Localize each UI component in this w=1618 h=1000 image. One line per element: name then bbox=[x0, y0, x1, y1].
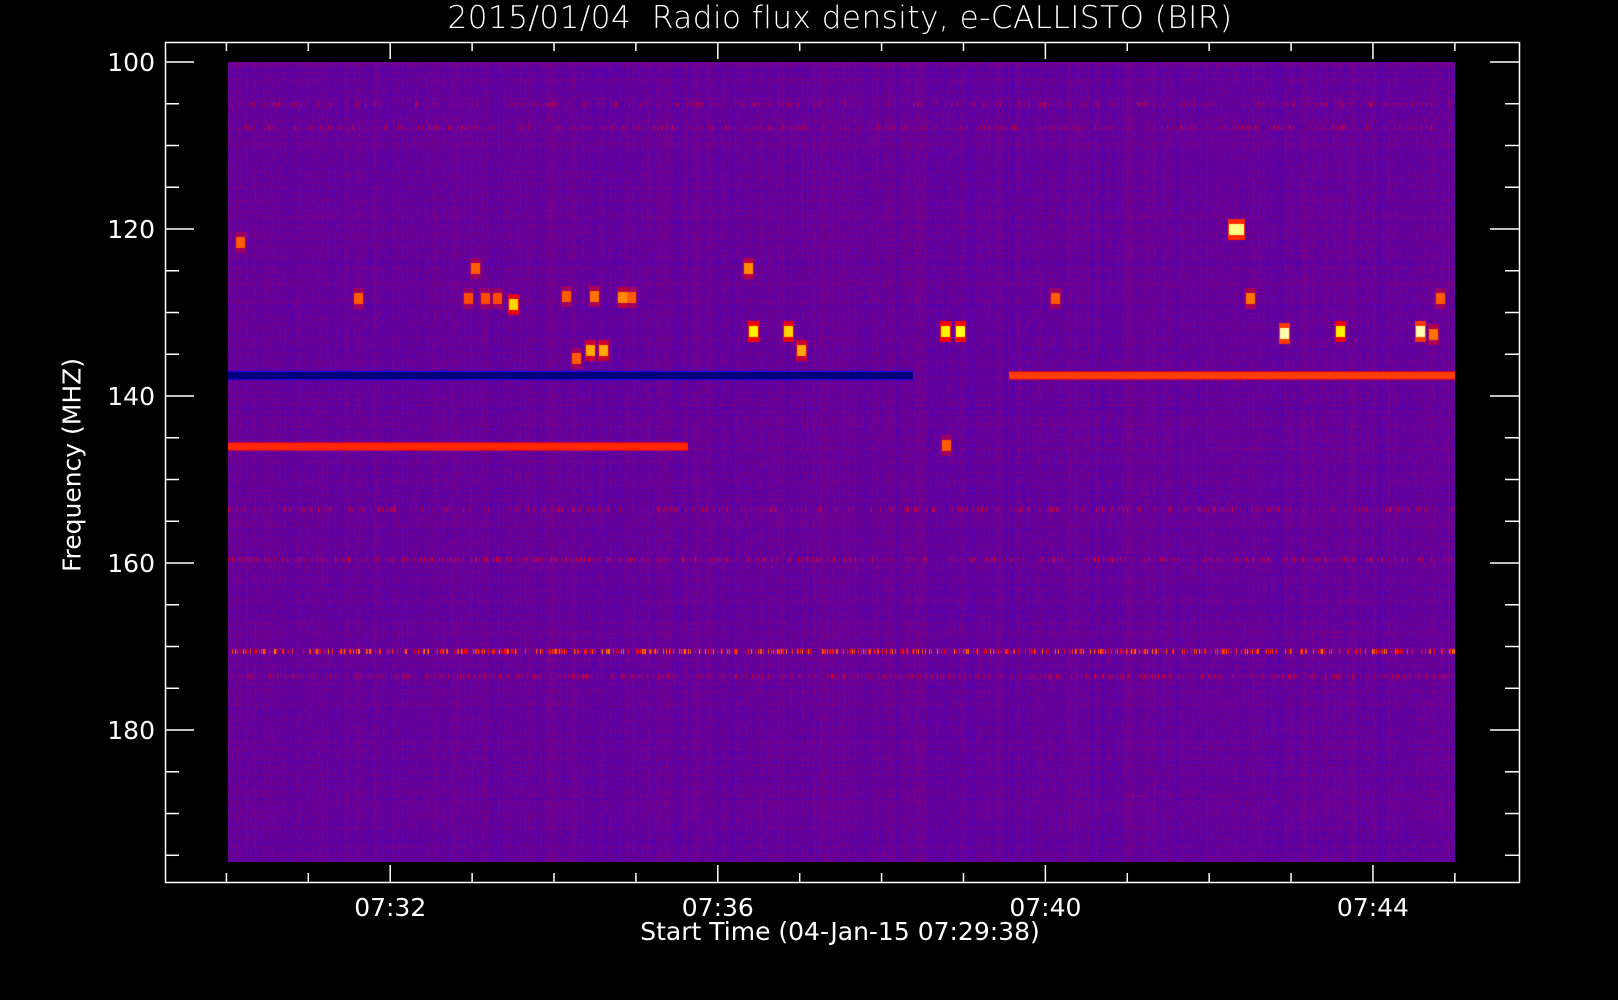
y-tick-label: 100 bbox=[107, 48, 155, 77]
y-axis-label: Frequency (MHZ) bbox=[57, 357, 87, 573]
y-tick-label: 120 bbox=[107, 215, 155, 244]
y-tick-label: 160 bbox=[107, 549, 155, 578]
x-axis-label: Start Time (04-Jan-15 07:29:38) bbox=[640, 917, 1040, 946]
x-tick-label: 07:44 bbox=[1337, 893, 1409, 922]
axes-frame: 10012014016018007:32 07:36 07:40 07:44 bbox=[107, 41, 1521, 922]
plot-frame bbox=[164, 41, 1521, 884]
y-tick-label: 180 bbox=[107, 716, 155, 745]
y-tick-label: 140 bbox=[107, 382, 155, 411]
